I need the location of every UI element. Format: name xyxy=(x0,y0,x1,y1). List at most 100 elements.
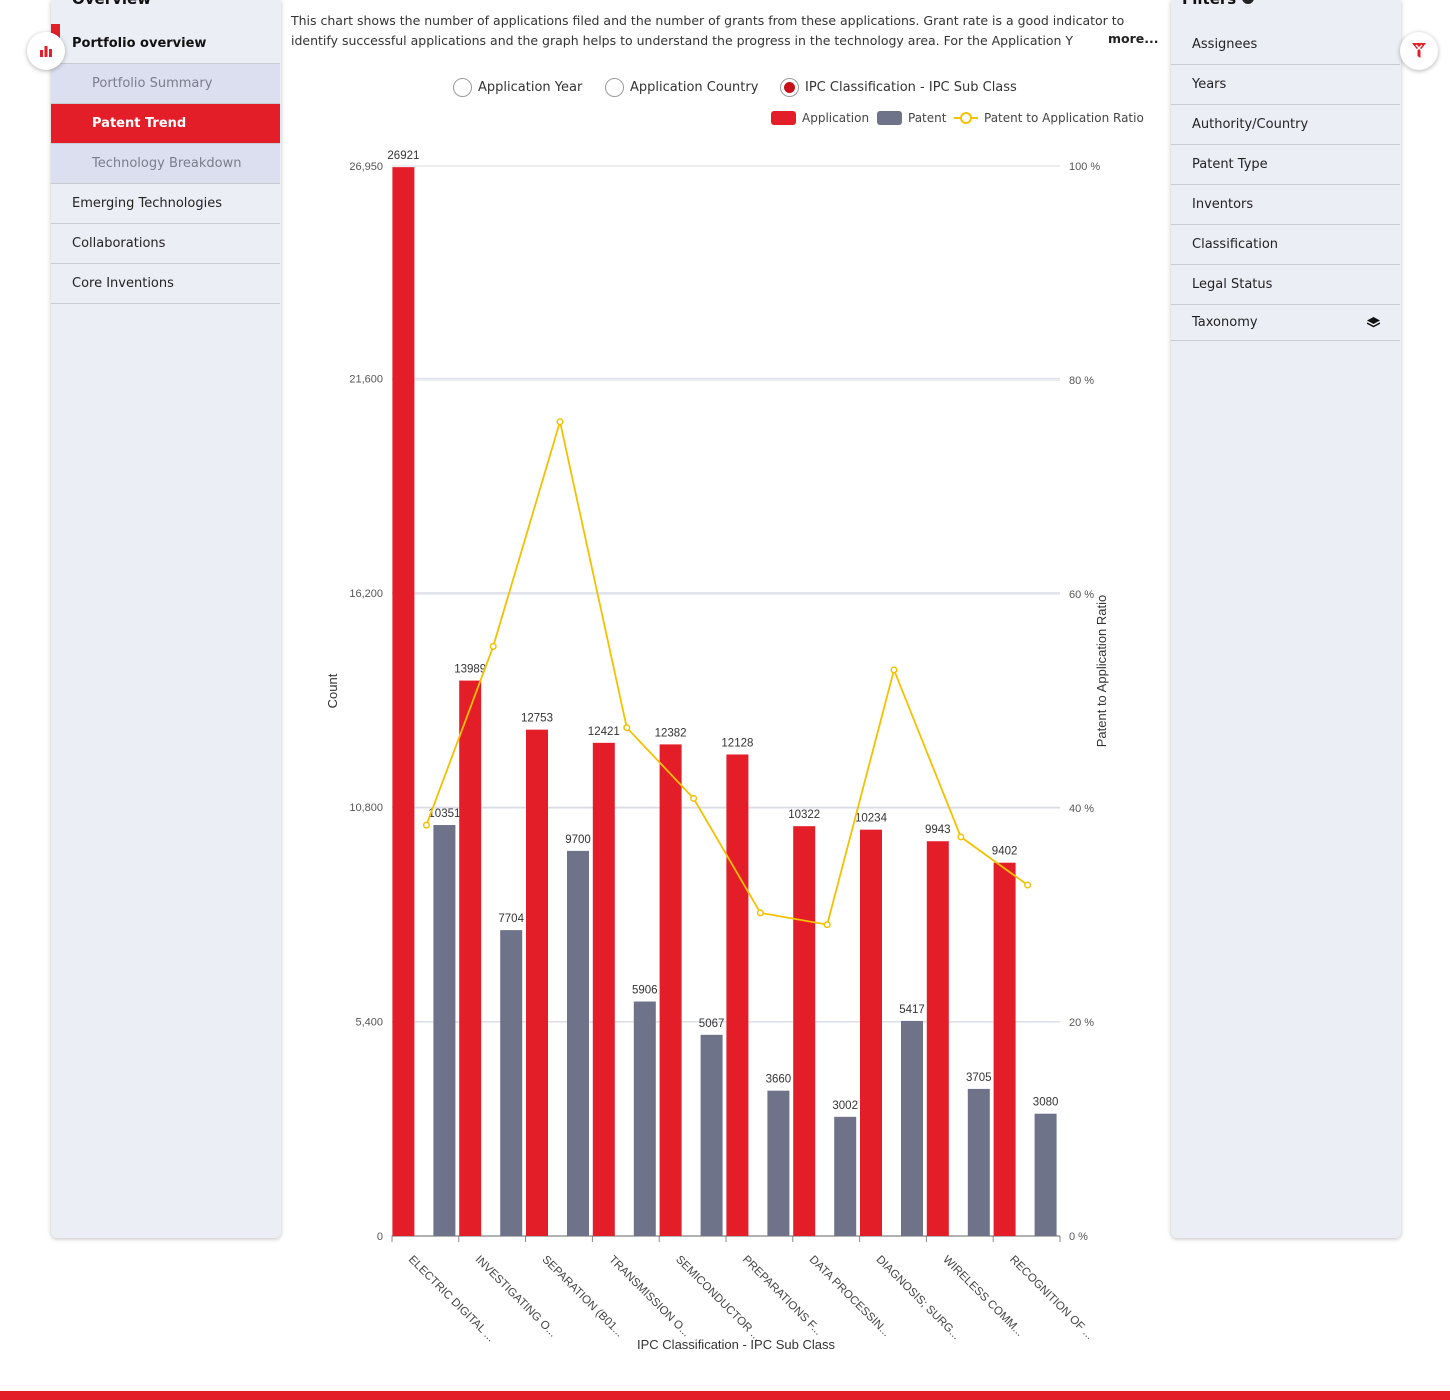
data-label-patent: 5906 xyxy=(632,985,658,997)
help-icon[interactable] xyxy=(1241,0,1255,5)
y-tick-label: 5,400 xyxy=(355,1017,383,1029)
data-label-application: 12382 xyxy=(655,727,687,739)
radio-circle-selected xyxy=(780,78,799,97)
ratio-point xyxy=(490,644,496,650)
bar-application xyxy=(660,744,682,1236)
y2-tick-label: 0 % xyxy=(1069,1231,1088,1243)
nav-portfolio-overview[interactable]: Portfolio overview xyxy=(51,24,280,64)
bar-application xyxy=(593,743,615,1236)
right-panel: Filters Assignees Years Authority/Countr… xyxy=(1171,0,1401,1238)
data-label-patent: 3660 xyxy=(766,1074,792,1086)
data-label-application: 12421 xyxy=(588,726,620,738)
bar-application xyxy=(994,863,1016,1236)
legend-ratio[interactable]: Patent to Application Ratio xyxy=(954,109,1144,127)
radio-application-country[interactable]: Application Country xyxy=(605,77,758,97)
bar-chart-icon xyxy=(39,45,53,57)
bar-patent xyxy=(500,930,522,1236)
data-label-patent: 9700 xyxy=(565,834,591,846)
left-panel-title: Overview xyxy=(72,0,151,8)
ratio-point xyxy=(424,822,430,828)
filter-authority-country[interactable]: Authority/Country xyxy=(1171,105,1400,145)
y2-axis-title: Patent to Application Ratio xyxy=(1094,595,1109,748)
data-label-patent: 5067 xyxy=(699,1018,725,1030)
y2-tick-label: 60 % xyxy=(1069,589,1094,601)
y2-tick-label: 80 % xyxy=(1069,375,1094,387)
filter-patent-type[interactable]: Patent Type xyxy=(1171,145,1400,185)
nav-emerging-technologies[interactable]: Emerging Technologies xyxy=(51,184,280,224)
bar-application xyxy=(726,754,748,1236)
data-label-patent: 10351 xyxy=(428,808,460,820)
data-label-patent: 3705 xyxy=(966,1072,992,1084)
filter-assignees[interactable]: Assignees xyxy=(1171,25,1400,65)
bar-application xyxy=(392,167,414,1236)
ratio-point xyxy=(958,834,964,840)
data-label-application: 10234 xyxy=(855,813,888,825)
filter-funnel-icon xyxy=(1412,43,1426,59)
bar-patent xyxy=(634,1002,656,1236)
data-label-patent: 3002 xyxy=(832,1100,858,1112)
nav-collaborations[interactable]: Collaborations xyxy=(51,224,280,264)
y-tick-label: 26,950 xyxy=(349,161,383,173)
y2-tick-label: 100 % xyxy=(1069,161,1100,173)
legend-application[interactable]: Application xyxy=(771,109,869,127)
chart-description: This chart shows the number of applicati… xyxy=(291,11,1161,51)
y2-tick-label: 20 % xyxy=(1069,1017,1094,1029)
nav-core-inventions[interactable]: Core Inventions xyxy=(51,264,280,304)
radio-circle xyxy=(453,78,472,97)
nav-portfolio-summary[interactable]: Portfolio Summary xyxy=(51,64,280,104)
radio-ipc-classification[interactable]: IPC Classification - IPC Sub Class xyxy=(780,77,1017,97)
ratio-point xyxy=(824,922,830,928)
data-label-application: 13989 xyxy=(454,664,486,676)
y2-tick-label: 40 % xyxy=(1069,803,1094,815)
nav-technology-breakdown[interactable]: Technology Breakdown xyxy=(51,144,280,184)
y-tick-label: 0 xyxy=(377,1231,383,1243)
bar-patent xyxy=(433,825,455,1236)
footer-bar xyxy=(0,1391,1450,1400)
radio-circle xyxy=(605,78,624,97)
y-axis-title: Count xyxy=(325,673,340,708)
radio-application-year[interactable]: Application Year xyxy=(453,77,582,97)
ratio-point xyxy=(891,667,897,673)
left-panel: Overview Portfolio overview Portfolio Su… xyxy=(51,0,281,1238)
bar-patent xyxy=(968,1089,990,1236)
data-label-application: 10322 xyxy=(788,809,820,821)
bar-patent xyxy=(1035,1114,1057,1236)
bar-patent xyxy=(567,851,589,1236)
filter-toggle-button[interactable] xyxy=(1400,32,1438,70)
data-label-application: 12128 xyxy=(721,737,753,749)
bar-patent xyxy=(767,1091,789,1236)
more-link[interactable]: more... xyxy=(1103,31,1159,46)
filter-legal-status[interactable]: Legal Status xyxy=(1171,265,1400,305)
filter-taxonomy[interactable]: Taxonomy xyxy=(1171,305,1400,341)
data-label-application: 12753 xyxy=(521,713,553,725)
filter-inventors[interactable]: Inventors xyxy=(1171,185,1400,225)
ratio-point xyxy=(1025,882,1031,888)
filter-years[interactable]: Years xyxy=(1171,65,1400,105)
bar-patent xyxy=(701,1035,723,1236)
ratio-point xyxy=(624,725,630,731)
patent-trend-chart: 0 % 20 % 40 % 60 % 80 % 100 % 0 5,400 10,800 16,2… xyxy=(300,140,1130,1365)
y-tick-label: 16,200 xyxy=(349,588,383,600)
y-tick-label: 10,800 xyxy=(349,802,383,814)
data-label-patent: 7704 xyxy=(498,913,524,925)
ratio-point xyxy=(691,796,697,802)
data-label-patent: 5417 xyxy=(899,1004,925,1016)
filters-title: Filters xyxy=(1182,0,1255,8)
legend-patent[interactable]: Patent xyxy=(877,109,946,127)
filter-classification[interactable]: Classification xyxy=(1171,225,1400,265)
bar-application xyxy=(860,830,882,1236)
x-axis-title: IPC Classification - IPC Sub Class xyxy=(637,1337,835,1352)
y-tick-label: 21,600 xyxy=(349,373,383,385)
data-label-application: 26921 xyxy=(387,150,419,162)
chart-menu-button[interactable] xyxy=(27,32,65,70)
bar-patent xyxy=(901,1021,923,1236)
bar-application xyxy=(459,681,481,1236)
nav-patent-trend[interactable]: Patent Trend xyxy=(51,104,280,144)
bar-application xyxy=(793,826,815,1236)
ratio-point xyxy=(758,910,764,916)
data-label-application: 9943 xyxy=(925,824,951,836)
bar-application xyxy=(927,841,949,1236)
data-label-application: 9402 xyxy=(992,846,1018,858)
data-label-patent: 3080 xyxy=(1033,1097,1059,1109)
bar-patent xyxy=(834,1117,856,1236)
